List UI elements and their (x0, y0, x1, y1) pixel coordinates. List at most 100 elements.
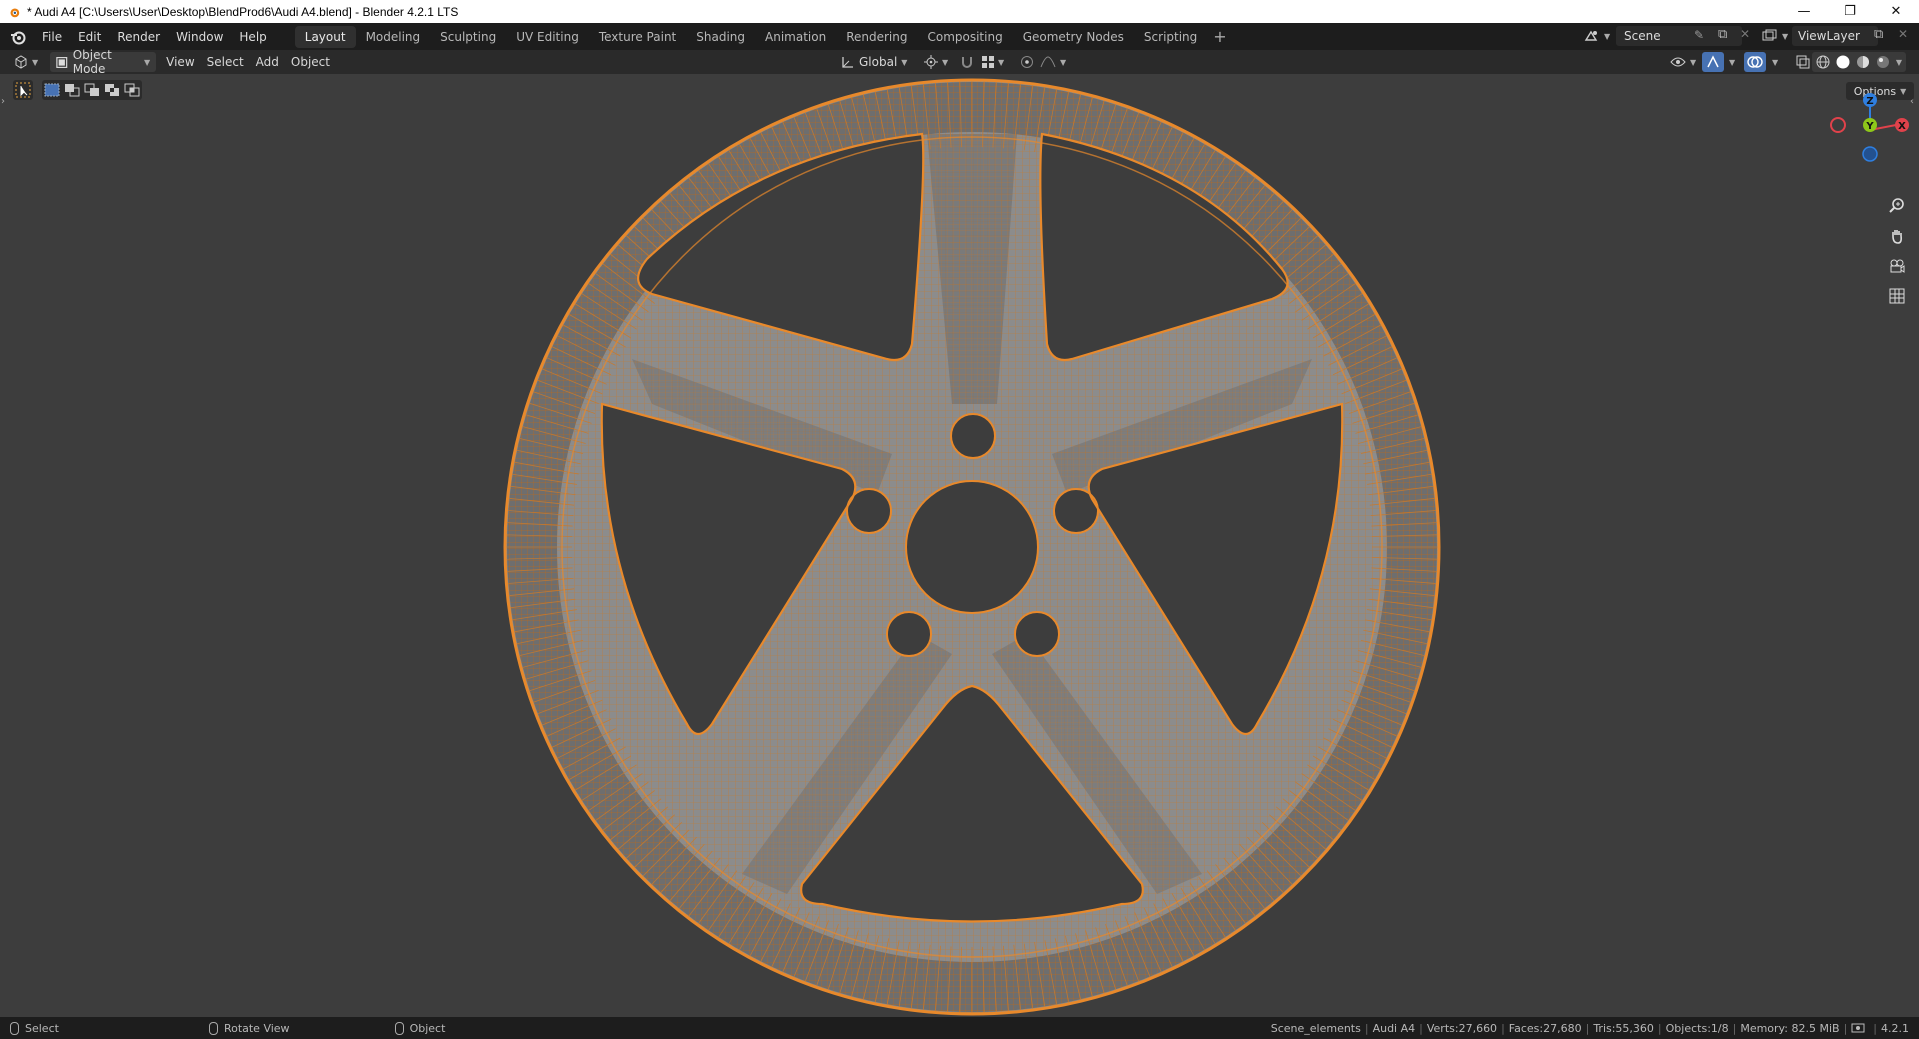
menu-window[interactable]: Window (168, 26, 231, 48)
tab-sculpting[interactable]: Sculpting (430, 26, 506, 48)
tab-layout[interactable]: Layout (294, 25, 356, 48)
gizmo-dropdown-icon[interactable]: ▼ (1729, 58, 1735, 67)
proportional-falloff-dropdown[interactable]: ▼ (1034, 52, 1072, 72)
wheel-mesh-object[interactable] (497, 74, 1447, 1017)
status-hint-label: Object (409, 1021, 446, 1035)
status-hint-rotate: Rotate View (208, 1021, 290, 1035)
tab-uv-editing[interactable]: UV Editing (506, 26, 589, 48)
wireframe-shading-icon[interactable] (1816, 55, 1830, 69)
magnifier-zoom-icon (1889, 198, 1904, 213)
overlays-toggle[interactable] (1744, 52, 1766, 72)
new-scene-icon[interactable]: ⧉ (1718, 27, 1727, 42)
select-extend-icon[interactable] (64, 83, 80, 97)
menu-help[interactable]: Help (231, 26, 274, 48)
menu-add[interactable]: Add (250, 52, 285, 72)
material-shading-icon[interactable] (1856, 55, 1870, 69)
hand-icon (1892, 230, 1902, 244)
chevron-down-icon: ▼ (144, 57, 151, 67)
stat-version: 4.2.1 (1881, 1021, 1909, 1035)
shading-mode-group: ▼ (1812, 52, 1906, 72)
snap-target-dropdown[interactable]: ▼ (976, 52, 1010, 72)
selection-mode-group (42, 80, 142, 100)
pin-icon[interactable]: ✎ (1694, 28, 1704, 42)
mode-dropdown[interactable]: Object Mode ▼ (50, 48, 157, 76)
status-hint-label: Rotate View (223, 1021, 290, 1035)
zoom-view-button[interactable] (1885, 194, 1909, 218)
pivot-point-dropdown[interactable]: ▼ (918, 52, 954, 72)
window-title-bar: * Audi A4 [C:\Users\User\Desktop\BlendPr… (0, 0, 1919, 23)
tab-modeling[interactable]: Modeling (356, 26, 431, 48)
menu-view[interactable]: View (160, 52, 200, 72)
gizmo-y-label: Y (1865, 121, 1874, 132)
tab-rendering[interactable]: Rendering (836, 26, 917, 48)
select-invert-icon[interactable] (104, 83, 120, 97)
blender-app-icon (10, 8, 20, 17)
viewlayer-browser-button[interactable]: ▼ (1762, 26, 1792, 46)
select-intersect-icon[interactable] (124, 83, 140, 97)
scene-statistics: Scene_elements | Audi A4 | Verts:27,660 | F… (1270, 1021, 1909, 1035)
restore-button[interactable]: ❐ (1827, 0, 1873, 23)
blender-logo-icon[interactable] (10, 29, 26, 45)
tab-shading[interactable]: Shading (686, 26, 755, 48)
stat-objects: Objects:1/8 (1665, 1021, 1729, 1035)
stat-faces: Faces:27,680 (1508, 1021, 1582, 1035)
stat-memory: Memory: 82.5 MiB (1740, 1021, 1840, 1035)
solid-shading-icon[interactable] (1836, 55, 1850, 69)
select-tool-button[interactable] (13, 80, 33, 100)
chevron-down-icon: ▼ (942, 57, 949, 67)
tab-compositing[interactable]: Compositing (917, 26, 1012, 48)
minimize-button[interactable]: — (1781, 0, 1827, 23)
tab-texture-paint[interactable]: Texture Paint (589, 26, 686, 48)
transform-orientation-dropdown[interactable]: Global ▼ (834, 52, 913, 72)
menu-render[interactable]: Render (109, 26, 168, 48)
falloff-curve-icon (1040, 56, 1056, 68)
add-workspace-button[interactable]: + (1207, 27, 1232, 46)
chevron-down-icon: ▼ (1690, 57, 1697, 67)
tab-animation[interactable]: Animation (755, 26, 836, 48)
camera-view-button[interactable] (1885, 254, 1909, 278)
stat-collection: Scene_elements (1270, 1021, 1361, 1035)
gizmo-neg-z[interactable] (1862, 146, 1878, 162)
delete-scene-icon[interactable]: ✕ (1740, 27, 1750, 41)
scene-name: Scene (1624, 29, 1661, 43)
editor-type-button[interactable]: ▼ (8, 52, 44, 72)
eye-icon (1670, 57, 1686, 67)
gizmo-toggle[interactable] (1702, 52, 1724, 72)
3d-viewport[interactable]: › ‹ Options ▼ Z X Y (0, 74, 1919, 1017)
xray-icon (1796, 55, 1810, 69)
orientation-label: Global (859, 55, 898, 69)
new-viewlayer-icon[interactable]: ⧉ (1874, 27, 1883, 42)
delete-viewlayer-icon[interactable]: ✕ (1898, 27, 1908, 41)
perspective-toggle-button[interactable] (1885, 284, 1909, 308)
menu-select[interactable]: Select (201, 52, 250, 72)
mouse-right-icon (394, 1021, 404, 1035)
mouse-middle-icon (208, 1021, 218, 1035)
stat-verts: Verts:27,660 (1426, 1021, 1498, 1035)
scene-icon (1584, 30, 1598, 41)
select-subtract-icon[interactable] (84, 83, 100, 97)
tab-geometry-nodes[interactable]: Geometry Nodes (1013, 26, 1134, 48)
menu-file[interactable]: File (34, 26, 70, 48)
toolbar-expand-icon[interactable]: › (1, 96, 5, 107)
3d-viewport-icon (15, 55, 27, 69)
stat-active-object: Audi A4 (1372, 1021, 1416, 1035)
overlays-icon (1747, 56, 1763, 68)
gizmo-neg-x[interactable] (1830, 117, 1846, 133)
mode-label: Object Mode (72, 48, 112, 76)
chevron-down-icon: ▼ (901, 57, 908, 67)
status-bar: Select Rotate View Object Scene_elements… (0, 1017, 1919, 1039)
visibility-dropdown[interactable]: ▼ (1664, 52, 1702, 72)
shading-dropdown-icon[interactable]: ▼ (1896, 58, 1902, 67)
chevron-down-icon: ▼ (1060, 57, 1067, 67)
menu-edit[interactable]: Edit (70, 26, 109, 48)
select-new-icon[interactable] (44, 83, 60, 97)
rendered-shading-icon[interactable] (1876, 55, 1890, 69)
menu-object[interactable]: Object (285, 52, 336, 72)
grid-icon (1889, 288, 1905, 304)
close-window-button[interactable]: ✕ (1873, 0, 1919, 23)
navigation-gizmo[interactable]: Z X Y (1828, 88, 1912, 172)
viewlayer-name-field[interactable]: ViewLayer (1792, 26, 1878, 46)
overlays-dropdown-icon[interactable]: ▼ (1772, 58, 1778, 67)
pan-view-button[interactable] (1885, 224, 1909, 248)
tab-scripting[interactable]: Scripting (1134, 26, 1207, 48)
